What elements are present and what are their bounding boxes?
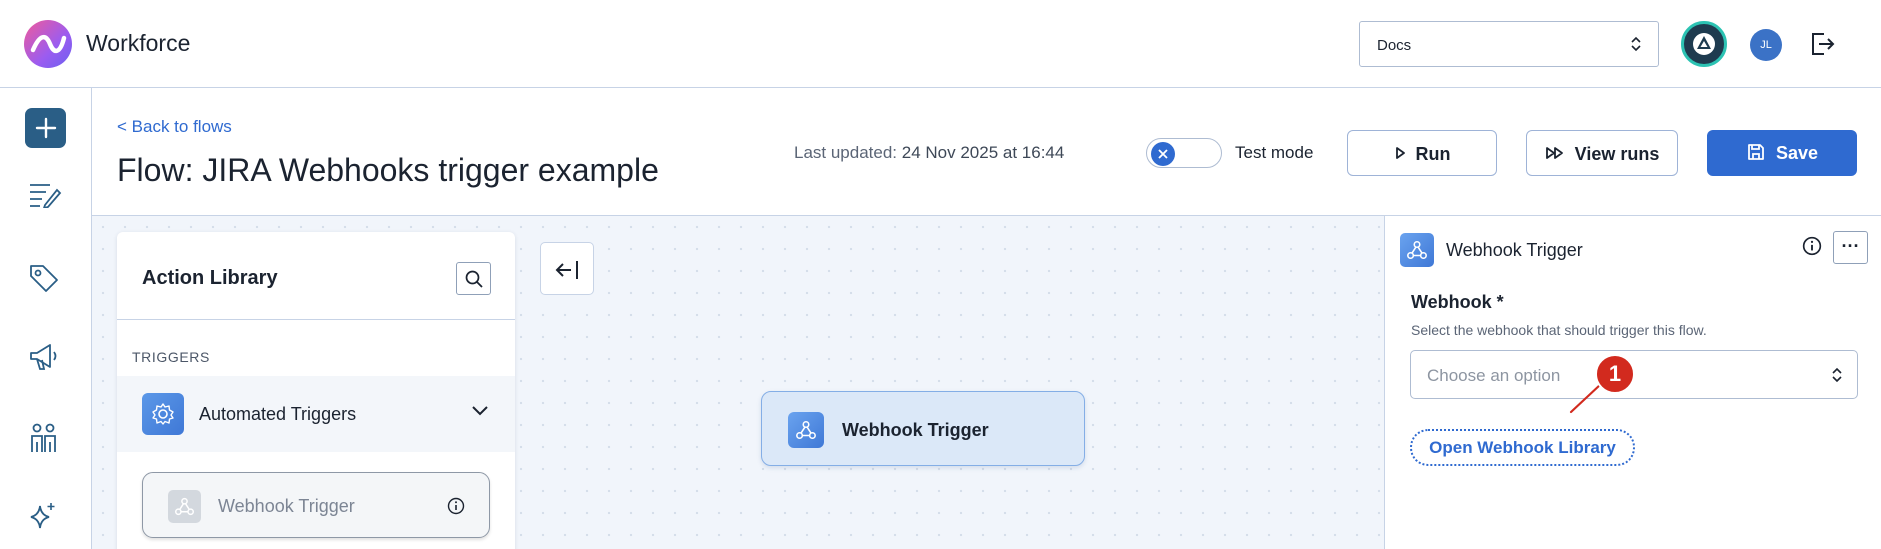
library-search-button[interactable]	[456, 262, 491, 295]
run-button-label: Run	[1415, 144, 1451, 164]
left-nav-rail	[0, 88, 92, 549]
webhook-icon	[168, 490, 201, 523]
library-item-webhook-trigger[interactable]: Webhook Trigger	[142, 472, 490, 538]
add-button[interactable]	[25, 108, 66, 148]
run-button[interactable]: Run	[1347, 130, 1497, 176]
automated-triggers-group[interactable]: Automated Triggers	[117, 376, 515, 452]
workspace-select[interactable]: Docs	[1359, 21, 1659, 67]
sparkle-icon[interactable]	[28, 501, 58, 536]
flow-node-label: Webhook Trigger	[842, 420, 989, 440]
status-ring-icon[interactable]	[1681, 21, 1727, 67]
action-library: Action Library TRIGGERS Automated Trigge…	[117, 232, 515, 549]
flow-canvas[interactable]: Action Library TRIGGERS Automated Trigge…	[92, 216, 1384, 549]
chevron-down-icon[interactable]	[471, 404, 489, 422]
last-updated: Last updated: 24 Nov 2025 at 16:44	[794, 143, 1064, 163]
info-icon[interactable]	[447, 497, 465, 520]
brand-name: Workforce	[86, 30, 191, 56]
top-bar: Workforce Docs JL	[0, 0, 1881, 88]
node-settings-panel: Webhook Trigger ··· Webhook * Select the…	[1384, 216, 1881, 549]
gear-icon	[142, 393, 184, 435]
megaphone-icon[interactable]	[28, 342, 60, 377]
workspace-select-value: Docs	[1377, 37, 1412, 54]
page-title: Flow: JIRA Webhooks trigger example	[117, 152, 659, 189]
workforce-logo-icon[interactable]	[24, 20, 72, 68]
save-button-label: Save	[1775, 143, 1819, 163]
last-updated-label: Last updated:	[794, 143, 898, 162]
test-mode-toggle[interactable]	[1146, 138, 1222, 168]
arrow-left-bar-icon	[555, 261, 578, 279]
test-mode-label: Test mode	[1235, 143, 1314, 162]
collapse-panel-button[interactable]	[540, 242, 594, 295]
webhook-icon	[788, 412, 824, 448]
annotation-badge: 1	[1595, 354, 1635, 394]
action-library-title: Action Library	[142, 267, 278, 289]
view-runs-button-label: View runs	[1574, 144, 1660, 164]
action-library-header: Action Library	[117, 232, 515, 320]
automated-triggers-label: Automated Triggers	[199, 404, 357, 424]
last-updated-value: 24 Nov 2025 at 16:44	[901, 143, 1065, 162]
back-to-flows-link[interactable]: < Back to flows	[117, 117, 232, 137]
flow-title-prefix: Flow:	[117, 152, 194, 188]
save-button[interactable]: Save	[1707, 130, 1857, 176]
notes-icon[interactable]	[28, 182, 62, 213]
play-icon	[1395, 147, 1405, 160]
triggers-section-label: TRIGGERS	[132, 349, 210, 365]
view-runs-button[interactable]: View runs	[1526, 130, 1678, 176]
toggle-knob	[1151, 142, 1175, 166]
user-avatar[interactable]: JL	[1750, 29, 1782, 61]
people-icon[interactable]	[28, 422, 60, 459]
chevron-up-down-icon	[1630, 35, 1642, 58]
library-item-label: Webhook Trigger	[218, 496, 355, 516]
flow-header: < Back to flows Flow: JIRA Webhooks trig…	[92, 88, 1881, 216]
search-icon	[465, 270, 483, 288]
logout-icon[interactable]	[1808, 30, 1836, 63]
save-icon	[1748, 144, 1764, 161]
fast-forward-icon	[1545, 147, 1563, 160]
flow-title-name: JIRA Webhooks trigger example	[202, 152, 659, 188]
tag-icon[interactable]	[28, 262, 60, 299]
flow-node-webhook-trigger[interactable]: Webhook Trigger	[761, 391, 1085, 466]
